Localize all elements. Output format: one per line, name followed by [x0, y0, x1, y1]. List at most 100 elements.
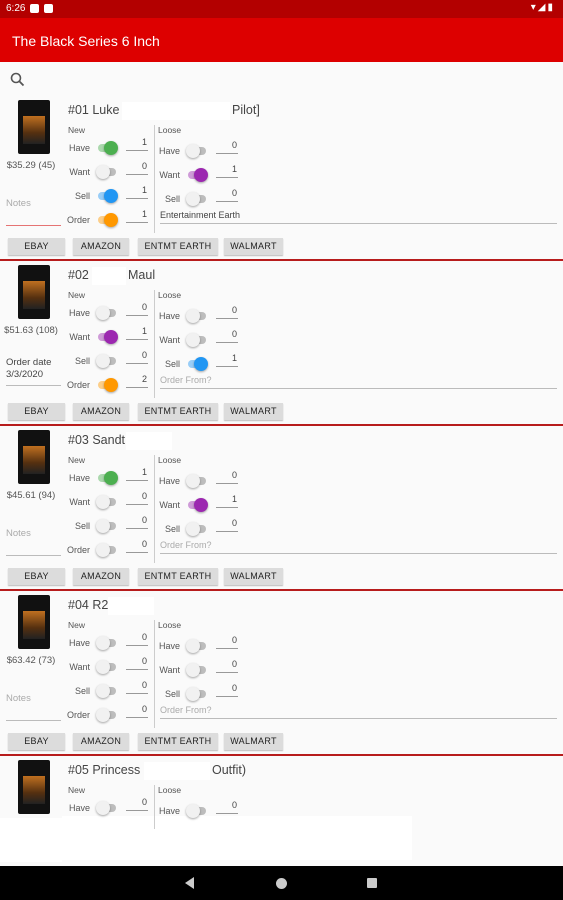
- amazon-button[interactable]: AMAZON: [73, 568, 129, 585]
- loose-sell-quantity[interactable]: 0: [216, 683, 238, 697]
- notes-field[interactable]: Order date 3/3/2020: [6, 357, 61, 386]
- loose-sell-quantity[interactable]: 1: [216, 353, 238, 367]
- walmart-button[interactable]: WALMART: [224, 733, 283, 750]
- amazon-button[interactable]: AMAZON: [73, 403, 129, 420]
- loose-have-quantity[interactable]: 0: [216, 800, 238, 814]
- ebay-button[interactable]: EBAY: [8, 238, 65, 255]
- new-have-quantity[interactable]: 1: [126, 137, 148, 151]
- loose-have-quantity[interactable]: 0: [216, 140, 238, 154]
- new-have-quantity[interactable]: 0: [126, 302, 148, 316]
- loose-sell-quantity[interactable]: 0: [216, 188, 238, 202]
- figure-thumbnail[interactable]: [18, 100, 50, 154]
- notes-field[interactable]: Notes: [6, 693, 61, 721]
- new-order-quantity[interactable]: 0: [126, 704, 148, 718]
- new-have-quantity[interactable]: 1: [126, 467, 148, 481]
- figure-thumbnail[interactable]: [18, 265, 50, 319]
- new-sell-quantity[interactable]: 0: [126, 515, 148, 529]
- new-order-quantity[interactable]: 0: [126, 539, 148, 553]
- new-have-toggle[interactable]: [96, 141, 118, 155]
- entmt-button[interactable]: ENTMT EARTH: [138, 568, 218, 585]
- loose-sell-toggle[interactable]: [186, 687, 208, 701]
- new-sell-toggle[interactable]: [96, 519, 118, 533]
- loose-have-quantity[interactable]: 0: [216, 305, 238, 319]
- item-name-part: #01 Luke: [68, 103, 120, 117]
- loose-have-toggle[interactable]: [186, 474, 208, 488]
- loose-have-toggle[interactable]: [186, 804, 208, 818]
- loose-have-toggle[interactable]: [186, 639, 208, 653]
- search-icon[interactable]: [8, 70, 28, 90]
- amazon-button[interactable]: AMAZON: [73, 238, 129, 255]
- order-from-field[interactable]: Order From?: [160, 705, 557, 719]
- new-have-quantity[interactable]: 0: [126, 797, 148, 811]
- new-have-toggle[interactable]: [96, 801, 118, 815]
- new-sell-quantity[interactable]: 1: [126, 185, 148, 199]
- loose-have-quantity[interactable]: 0: [216, 470, 238, 484]
- entmt-button[interactable]: ENTMT EARTH: [138, 733, 218, 750]
- loose-have-toggle[interactable]: [186, 144, 208, 158]
- new-want-quantity[interactable]: 0: [126, 491, 148, 505]
- new-order-toggle[interactable]: [96, 378, 118, 392]
- entmt-button[interactable]: ENTMT EARTH: [138, 238, 218, 255]
- new-have-toggle[interactable]: [96, 471, 118, 485]
- new-want-toggle[interactable]: [96, 165, 118, 179]
- new-order-toggle[interactable]: [96, 708, 118, 722]
- new-sell-toggle[interactable]: [96, 189, 118, 203]
- new-sell-toggle[interactable]: [96, 684, 118, 698]
- new-want-toggle[interactable]: [96, 660, 118, 674]
- new-have-toggle[interactable]: [96, 306, 118, 320]
- new-want-quantity[interactable]: 1: [126, 326, 148, 340]
- item-list[interactable]: $35.29 (45) #01 Luke Pilot] New Loose Have 1 Wa…: [0, 96, 563, 866]
- ebay-button[interactable]: EBAY: [8, 733, 65, 750]
- redaction-block: [144, 762, 210, 780]
- loose-want-quantity[interactable]: 1: [216, 164, 238, 178]
- notes-field[interactable]: Notes: [6, 198, 61, 226]
- loose-want-quantity[interactable]: 1: [216, 494, 238, 508]
- loose-have-quantity[interactable]: 0: [216, 635, 238, 649]
- order-from-field[interactable]: Order From?: [160, 375, 557, 389]
- loose-want-toggle[interactable]: [186, 663, 208, 677]
- new-order-quantity[interactable]: 1: [126, 209, 148, 223]
- order-from-field[interactable]: Entertainment Earth: [160, 210, 557, 224]
- loose-have-toggle[interactable]: [186, 309, 208, 323]
- toggle-knob: [96, 519, 110, 533]
- notes-field[interactable]: Notes: [6, 528, 61, 556]
- loose-want-toggle[interactable]: [186, 498, 208, 512]
- new-order-toggle[interactable]: [96, 543, 118, 557]
- new-want-quantity[interactable]: 0: [126, 161, 148, 175]
- ebay-button[interactable]: EBAY: [8, 403, 65, 420]
- nav-back-icon[interactable]: [185, 877, 194, 889]
- figure-thumbnail[interactable]: [18, 430, 50, 484]
- order-from-field[interactable]: Order From?: [160, 540, 557, 554]
- nav-recent-icon[interactable]: [367, 878, 377, 888]
- new-order-quantity[interactable]: 2: [126, 374, 148, 388]
- loose-want-toggle[interactable]: [186, 333, 208, 347]
- loose-column-label: Loose: [158, 620, 182, 630]
- walmart-button[interactable]: WALMART: [224, 568, 283, 585]
- new-have-toggle[interactable]: [96, 636, 118, 650]
- walmart-button[interactable]: WALMART: [224, 403, 283, 420]
- figure-thumbnail[interactable]: [18, 595, 50, 649]
- loose-sell-toggle[interactable]: [186, 192, 208, 206]
- walmart-button[interactable]: WALMART: [224, 238, 283, 255]
- new-want-toggle[interactable]: [96, 495, 118, 509]
- new-want-toggle[interactable]: [96, 330, 118, 344]
- loose-want-quantity[interactable]: 0: [216, 659, 238, 673]
- loose-sell-toggle[interactable]: [186, 522, 208, 536]
- figure-thumbnail[interactable]: [18, 760, 50, 814]
- new-sell-quantity[interactable]: 0: [126, 350, 148, 364]
- loose-want-quantity[interactable]: 0: [216, 329, 238, 343]
- new-column-label: New: [68, 785, 86, 795]
- new-want-quantity[interactable]: 0: [126, 656, 148, 670]
- entmt-button[interactable]: ENTMT EARTH: [138, 403, 218, 420]
- amazon-button[interactable]: AMAZON: [73, 733, 129, 750]
- new-sell-toggle[interactable]: [96, 354, 118, 368]
- loose-sell-quantity[interactable]: 0: [216, 518, 238, 532]
- new-order-toggle[interactable]: [96, 213, 118, 227]
- loose-want-toggle[interactable]: [186, 168, 208, 182]
- nav-home-icon[interactable]: [276, 878, 287, 889]
- ebay-button[interactable]: EBAY: [8, 568, 65, 585]
- new-have-quantity[interactable]: 0: [126, 632, 148, 646]
- new-column-label: New: [68, 125, 86, 135]
- new-sell-quantity[interactable]: 0: [126, 680, 148, 694]
- loose-sell-toggle[interactable]: [186, 357, 208, 371]
